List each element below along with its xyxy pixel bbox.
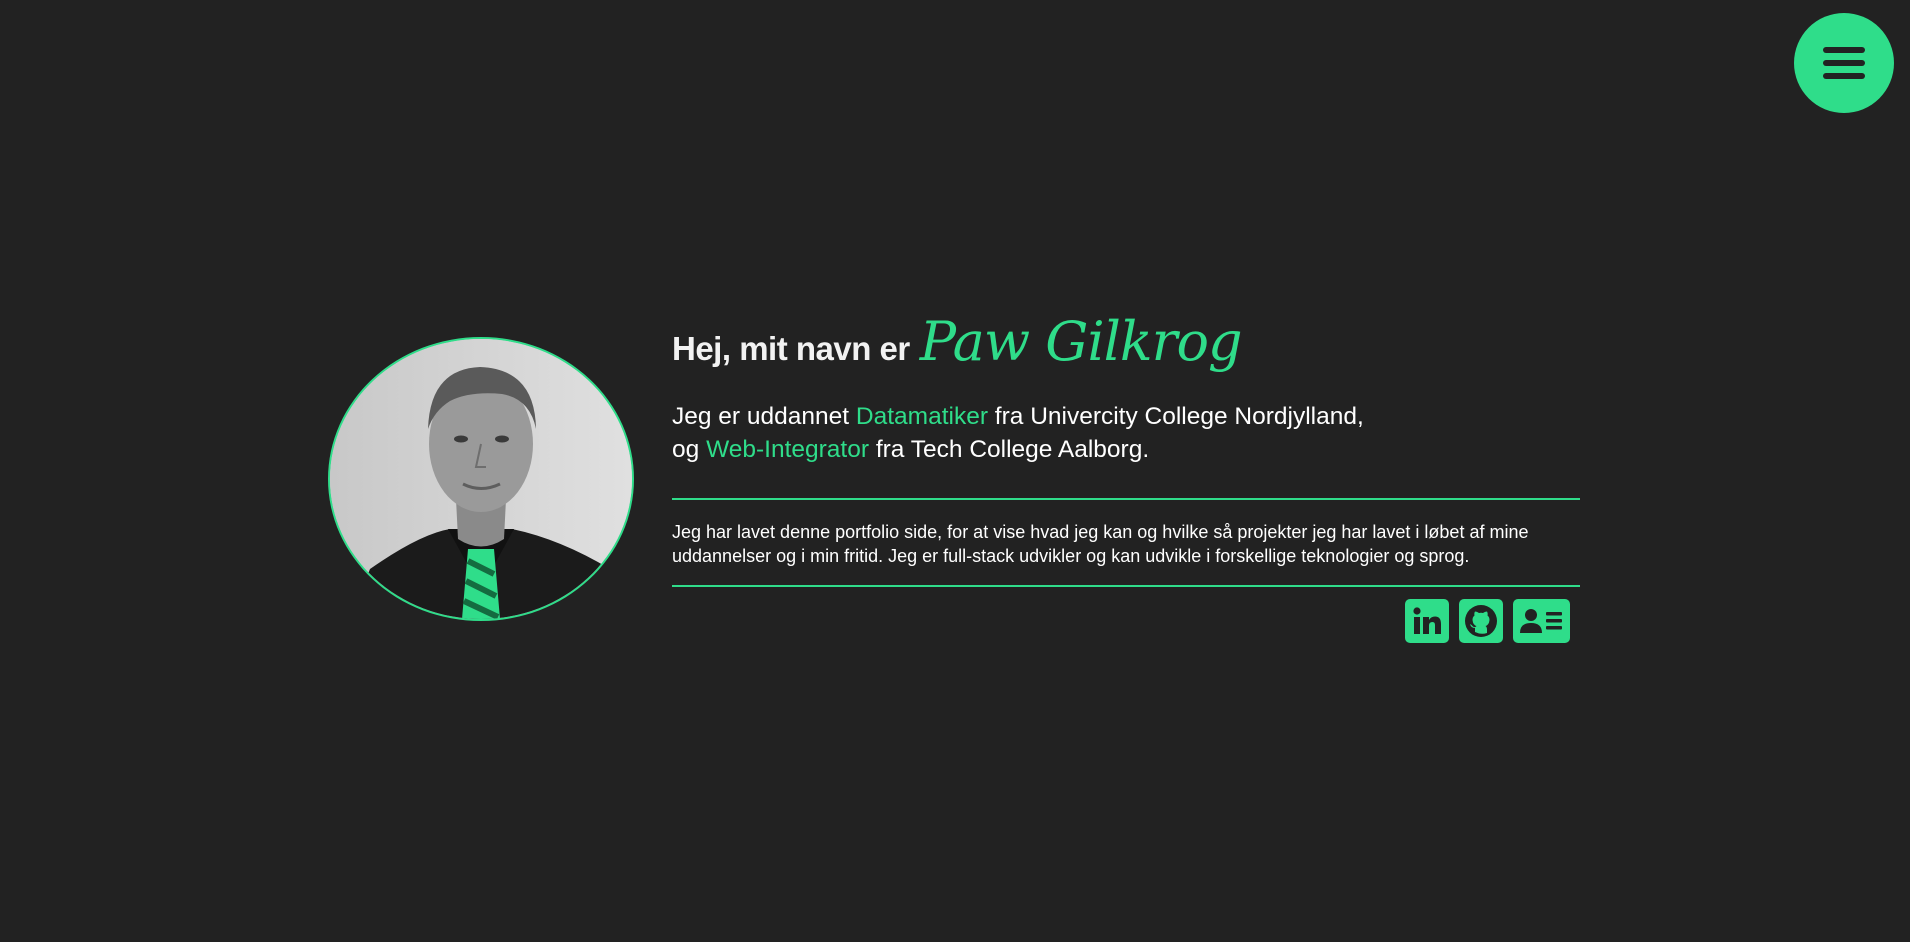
hero-content: Hej, mit navn er Paw Gilkrog Jeg er udda… bbox=[672, 310, 1580, 643]
social-links bbox=[672, 599, 1580, 643]
intro-part1: Jeg er uddannet bbox=[672, 403, 856, 430]
hamburger-menu-icon bbox=[1823, 47, 1865, 79]
profile-photo bbox=[328, 337, 634, 621]
contact-card-icon bbox=[1519, 609, 1562, 633]
contact-card-link[interactable] bbox=[1513, 599, 1570, 643]
greeting-text: Hej, mit navn er bbox=[672, 330, 910, 367]
intro-part4: fra Tech College Aalborg. bbox=[869, 436, 1150, 463]
intro-text: Jeg er uddannet Datamatiker fra Univerci… bbox=[672, 400, 1580, 466]
menu-button[interactable] bbox=[1794, 13, 1894, 113]
linkedin-icon bbox=[1413, 607, 1441, 634]
linkedin-link[interactable] bbox=[1405, 599, 1449, 643]
divider-bottom bbox=[672, 585, 1580, 587]
intro-part3: og bbox=[672, 436, 707, 463]
github-icon bbox=[1465, 605, 1497, 637]
divider-top bbox=[672, 498, 1580, 500]
education-web-integrator: Web-Integrator bbox=[706, 436, 870, 463]
about-text: Jeg har lavet denne portfolio side, for … bbox=[672, 522, 1529, 566]
page: Hej, mit navn er Paw Gilkrog Jeg er udda… bbox=[0, 0, 1910, 942]
intro-part2: fra Univercity College Nordjylland, bbox=[987, 403, 1364, 430]
github-link[interactable] bbox=[1459, 599, 1503, 643]
name-text: Paw Gilkrog bbox=[919, 310, 1243, 373]
headline: Hej, mit navn er Paw Gilkrog bbox=[672, 310, 1580, 380]
education-datamatiker: Datamatiker bbox=[855, 403, 988, 430]
